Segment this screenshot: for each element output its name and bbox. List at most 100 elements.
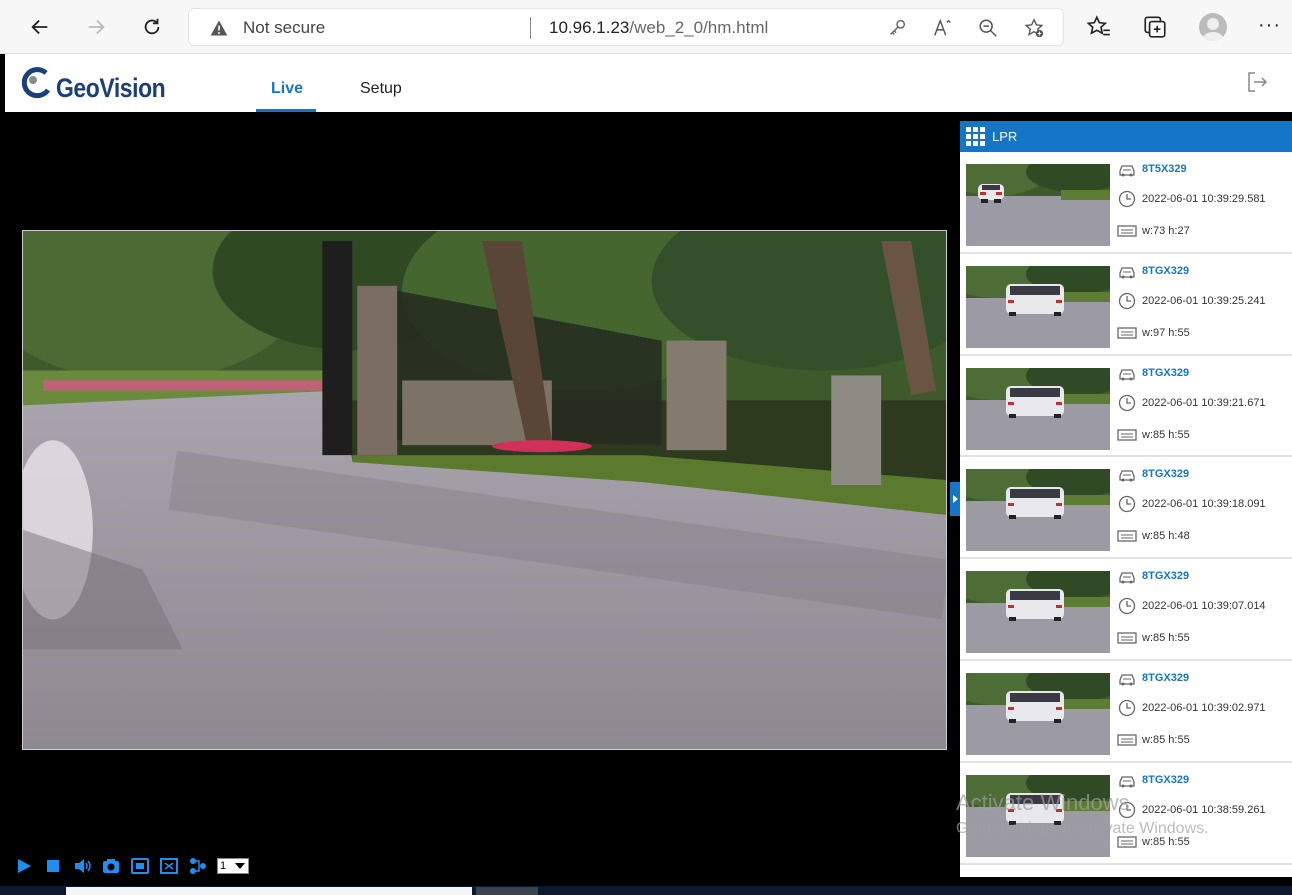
license-plate-icon — [1117, 527, 1137, 545]
lpr-list-item[interactable]: 8TGX329 2022-06-01 10:39:02.971 w:85 h:55 — [960, 661, 1292, 763]
lpr-panel-header: LPR — [960, 121, 1292, 152]
fullscreen-button[interactable] — [159, 857, 179, 875]
logo-swirl-icon — [21, 67, 51, 99]
license-plate-icon — [1117, 731, 1137, 749]
camera-scene-image — [23, 231, 946, 749]
stop-icon — [47, 860, 59, 872]
zoom-out-icon[interactable] — [977, 17, 999, 39]
lpr-time-row: 2022-06-01 10:39:25.241 — [1117, 292, 1266, 310]
fullscreen-icon — [160, 858, 178, 874]
lpr-plate-row: 8TGX329 — [1117, 669, 1189, 687]
clock-icon — [1117, 292, 1137, 310]
lpr-size-row: w:85 h:55 — [1117, 833, 1190, 851]
lpr-plate[interactable]: 8TGX329 — [1142, 570, 1189, 582]
car-icon — [1117, 465, 1137, 483]
tab-live[interactable]: Live — [271, 80, 303, 98]
favorites-icon[interactable] — [1086, 14, 1112, 40]
lpr-plate[interactable]: 8T5X329 — [1142, 163, 1187, 175]
volume-button[interactable] — [72, 857, 92, 875]
lpr-time: 2022-06-01 10:39:18.091 — [1142, 498, 1266, 511]
volume-icon — [75, 859, 91, 873]
license-plate-icon — [1117, 833, 1137, 851]
video-controls: 1 — [14, 856, 249, 876]
lpr-list-item[interactable]: 8TGX329 2022-06-01 10:39:07.014 w:85 h:55 — [960, 559, 1292, 661]
lpr-list-item[interactable]: 8TGX329 2022-06-01 10:39:18.091 w:85 h:48 — [960, 457, 1292, 560]
active-tab-indicator — [256, 109, 316, 112]
lpr-time: 2022-06-01 10:39:25.241 — [1142, 294, 1266, 307]
lpr-plate[interactable]: 8TGX329 — [1142, 672, 1189, 684]
security-label[interactable]: Not secure — [243, 18, 325, 38]
lpr-thumbnail[interactable] — [966, 469, 1110, 552]
lpr-plate-row: 8TGX329 — [1117, 262, 1189, 280]
taskbar-window[interactable] — [66, 887, 472, 895]
stream-select[interactable]: 1 — [217, 858, 249, 874]
lpr-plate[interactable]: 8TGX329 — [1142, 367, 1189, 379]
lpr-panel: LPR 8T5X329 2022-06-01 10:39:29.581 w:73 h… — [960, 121, 1292, 877]
profile-avatar[interactable] — [1199, 13, 1227, 41]
license-plate-icon — [1117, 324, 1137, 342]
lpr-thumbnail[interactable] — [966, 774, 1110, 857]
stream-button[interactable] — [188, 857, 208, 875]
lpr-plate-row: 8TGX329 — [1117, 567, 1189, 585]
back-button[interactable] — [23, 10, 57, 44]
lpr-list-item[interactable]: 8TGX329 2022-06-01 10:39:25.241 w:97 h:55 — [960, 254, 1292, 356]
car-icon — [1117, 262, 1137, 280]
lpr-thumbnail[interactable] — [966, 164, 1110, 246]
lpr-size-row: w:85 h:48 — [1117, 527, 1190, 545]
snapshot-icon — [103, 859, 119, 873]
lpr-time: 2022-06-01 10:39:21.671 — [1142, 396, 1266, 409]
grid-icon[interactable] — [966, 126, 986, 147]
collections-icon[interactable] — [1142, 14, 1168, 40]
lpr-title: LPR — [992, 129, 1018, 144]
lpr-plate[interactable]: 8TGX329 — [1142, 468, 1189, 480]
lpr-size: w:85 h:55 — [1142, 428, 1190, 441]
lpr-size-row: w:73 h:27 — [1117, 222, 1190, 240]
clock-icon — [1117, 699, 1137, 717]
address-bar[interactable]: Not secure 10.96.1.23/web_2_0/hm.html — [188, 8, 1064, 46]
lpr-list-item[interactable]: 8T5X329 2022-06-01 10:39:29.581 w:73 h:27 — [960, 152, 1292, 254]
lpr-time: 2022-06-01 10:39:07.014 — [1142, 600, 1266, 613]
record-button[interactable] — [130, 857, 150, 875]
stream-icon — [190, 858, 206, 874]
lpr-list-item[interactable]: 8TGX329 2022-06-01 10:39:21.671 w:85 h:55 — [960, 356, 1292, 458]
taskbar-window-alt[interactable] — [476, 887, 538, 895]
tab-setup[interactable]: Setup — [360, 80, 402, 98]
clock-icon — [1117, 495, 1137, 513]
lpr-thumbnail[interactable] — [966, 571, 1110, 654]
add-favorite-icon[interactable] — [1023, 17, 1045, 39]
lpr-thumbnail[interactable] — [966, 265, 1110, 348]
logout-icon[interactable] — [1245, 70, 1269, 94]
read-aloud-icon[interactable] — [932, 17, 954, 39]
lpr-list-item[interactable]: 8TGX329 2022-06-01 10:38:59.261 w:85 h:55 — [960, 763, 1292, 865]
lpr-time: 2022-06-01 10:38:59.261 — [1142, 803, 1266, 816]
clock-icon — [1117, 597, 1137, 615]
url-path: /web_2_0/hm.html — [629, 18, 769, 37]
lpr-thumbnail[interactable] — [966, 367, 1110, 450]
reload-button[interactable] — [135, 10, 169, 44]
lpr-time-row: 2022-06-01 10:39:18.091 — [1117, 495, 1266, 513]
logo-text: GeoVision — [56, 73, 166, 103]
live-video-view[interactable] — [22, 230, 947, 750]
snapshot-button[interactable] — [101, 857, 121, 875]
key-icon[interactable] — [886, 17, 908, 39]
play-button[interactable] — [14, 857, 34, 875]
clock-icon — [1117, 190, 1137, 208]
arrow-right-icon — [88, 19, 105, 35]
lpr-size-row: w:85 h:55 — [1117, 731, 1190, 749]
clock-icon — [1117, 801, 1137, 819]
more-menu-button[interactable]: ··· — [1258, 14, 1281, 37]
lpr-plate[interactable]: 8TGX329 — [1142, 265, 1189, 277]
lpr-size: w:73 h:27 — [1142, 225, 1190, 237]
url-text[interactable]: 10.96.1.23/web_2_0/hm.html — [549, 18, 768, 38]
lpr-time-row: 2022-06-01 10:39:07.014 — [1117, 597, 1266, 615]
lpr-plate[interactable]: 8TGX329 — [1142, 774, 1189, 786]
panel-toggle-button[interactable] — [950, 482, 960, 516]
lpr-plate-row: 8TGX329 — [1117, 771, 1189, 789]
car-icon — [1117, 771, 1137, 789]
lpr-plate-row: 8T5X329 — [1117, 160, 1187, 178]
forward-button[interactable] — [79, 10, 113, 44]
lpr-thumbnail[interactable] — [966, 672, 1110, 755]
lpr-time-row: 2022-06-01 10:38:59.261 — [1117, 801, 1266, 819]
clock-icon — [1117, 394, 1137, 412]
stop-button[interactable] — [43, 857, 63, 875]
